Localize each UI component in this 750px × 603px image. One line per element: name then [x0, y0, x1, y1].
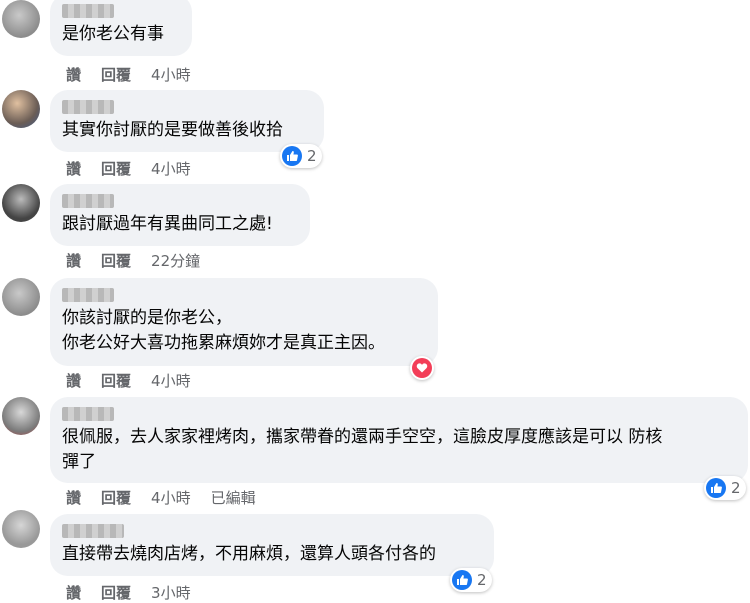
- author-name[interactable]: ■■■■: [62, 100, 114, 114]
- like-icon: [282, 146, 302, 166]
- comment-bubble: ■■■■ 很佩服，去人家家裡烤肉，攜家帶眷的還兩手空空，這臉皮厚度應該是可以 防…: [50, 397, 748, 483]
- like-link[interactable]: 讚: [66, 66, 81, 84]
- reply-link[interactable]: 回覆: [101, 252, 131, 270]
- author-name[interactable]: ■■■■: [62, 194, 114, 208]
- comment-actions: 讚 回覆 4小時: [66, 370, 211, 391]
- avatar[interactable]: [2, 397, 40, 435]
- comment-text-line-2: 彈了: [62, 452, 96, 472]
- comment-text-line-2: 你老公好大喜功拖累麻煩妳才是真正主因。: [62, 333, 385, 353]
- comment-text: 跟討厭過年有異曲同工之處!: [62, 214, 273, 234]
- timestamp[interactable]: 4小時: [151, 489, 191, 507]
- author-name[interactable]: ■■■■: [62, 524, 124, 538]
- comment-text: 是你老公有事: [62, 24, 164, 44]
- reply-link[interactable]: 回覆: [101, 489, 131, 507]
- comment-text: 其實你討厭的是要做善後收拾: [62, 120, 283, 140]
- like-link[interactable]: 讚: [66, 489, 81, 507]
- reply-link[interactable]: 回覆: [101, 160, 131, 178]
- timestamp[interactable]: 3小時: [151, 584, 191, 602]
- comment-text-line-1: 很佩服，去人家家裡烤肉，攜家帶眷的還兩手空空，這臉皮厚度應該是可以 防核: [62, 427, 663, 447]
- reaction-badge[interactable]: [410, 356, 434, 380]
- reaction-badge[interactable]: 2: [280, 144, 322, 168]
- comment-actions: 讚 回覆 4小時: [66, 158, 211, 179]
- reply-link[interactable]: 回覆: [101, 372, 131, 390]
- comment-actions: 讚 回覆 4小時: [66, 64, 211, 85]
- reaction-count: 2: [731, 479, 741, 497]
- avatar[interactable]: [2, 278, 40, 316]
- comment-bubble: ■■■■ 是你老公有事: [50, 0, 192, 56]
- comment-bubble: ■■■■ 直接帶去燒肉店烤，不用麻煩，還算人頭各付各的: [50, 514, 494, 576]
- edited-label: 已編輯: [210, 489, 256, 507]
- comment-text: 直接帶去燒肉店烤，不用麻煩，還算人頭各付各的: [62, 544, 436, 564]
- reaction-count: 2: [477, 571, 487, 589]
- timestamp[interactable]: 4小時: [151, 66, 191, 84]
- comment-text-line-1: 你該討厭的是你老公，: [62, 308, 232, 328]
- reaction-count: 2: [307, 147, 317, 165]
- avatar[interactable]: [2, 0, 40, 38]
- like-icon: [706, 478, 726, 498]
- comment-bubble: ■■■■ 跟討厭過年有異曲同工之處!: [50, 184, 310, 246]
- timestamp[interactable]: 4小時: [151, 160, 191, 178]
- comment-bubble: ■■■■ 其實你討厭的是要做善後收拾: [50, 90, 324, 152]
- heart-icon: [412, 358, 432, 378]
- timestamp[interactable]: 22分鐘: [151, 252, 200, 270]
- like-link[interactable]: 讚: [66, 252, 81, 270]
- author-name[interactable]: ■■■■: [62, 4, 114, 18]
- author-name[interactable]: ■■■■: [62, 407, 114, 421]
- avatar[interactable]: [2, 184, 40, 222]
- like-link[interactable]: 讚: [66, 372, 81, 390]
- author-name[interactable]: ■■■■: [62, 288, 114, 302]
- reaction-badge[interactable]: 2: [450, 568, 492, 592]
- avatar[interactable]: [2, 510, 40, 548]
- comment-actions: 讚 回覆 4小時 已編輯: [66, 487, 276, 508]
- reaction-badge[interactable]: 2: [704, 476, 746, 500]
- reply-link[interactable]: 回覆: [101, 66, 131, 84]
- timestamp[interactable]: 4小時: [151, 372, 191, 390]
- like-link[interactable]: 讚: [66, 584, 81, 602]
- avatar[interactable]: [2, 90, 40, 128]
- like-icon: [452, 570, 472, 590]
- comment-actions: 讚 回覆 3小時: [66, 582, 211, 603]
- comment-bubble: ■■■■ 你該討厭的是你老公， 你老公好大喜功拖累麻煩妳才是真正主因。: [50, 278, 438, 366]
- like-link[interactable]: 讚: [66, 160, 81, 178]
- reply-link[interactable]: 回覆: [101, 584, 131, 602]
- comment-actions: 讚 回覆 22分鐘: [66, 250, 220, 271]
